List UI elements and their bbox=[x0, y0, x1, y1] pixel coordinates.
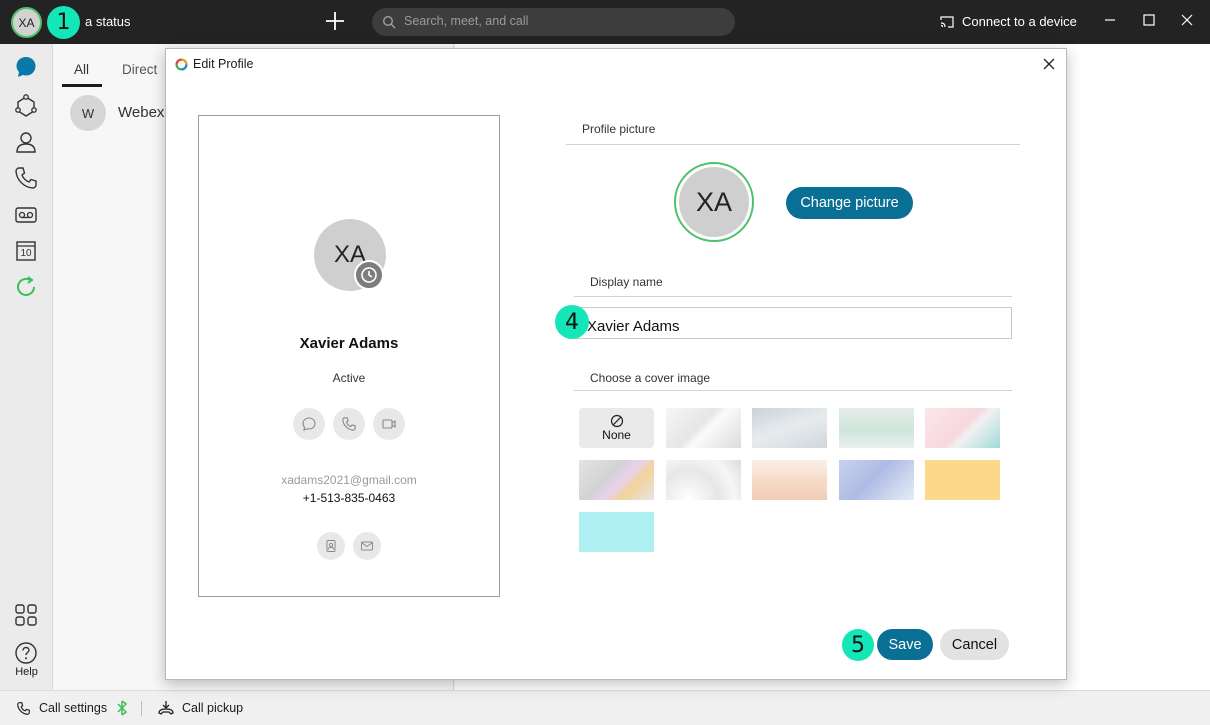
cover-option-11[interactable] bbox=[579, 512, 654, 552]
card-status: Active bbox=[332, 371, 366, 385]
cover-option-2[interactable] bbox=[666, 408, 741, 448]
card-directory-button[interactable] bbox=[317, 532, 345, 560]
cover-option-8[interactable] bbox=[752, 460, 827, 500]
clock-status-icon bbox=[354, 260, 384, 290]
refresh-icon[interactable] bbox=[13, 274, 39, 300]
profile-picture: XA bbox=[674, 162, 754, 242]
close-window-icon[interactable] bbox=[1179, 12, 1195, 28]
dialog-title: Edit Profile bbox=[193, 57, 254, 71]
step-marker-5: 5 bbox=[842, 629, 874, 661]
cover-option-none[interactable]: None bbox=[579, 408, 654, 448]
bottom-bar: Call settings Call pickup bbox=[0, 690, 1210, 725]
tab-all-underline bbox=[62, 84, 102, 87]
card-video-button[interactable] bbox=[373, 408, 405, 440]
profile-picture-label: Profile picture bbox=[582, 122, 656, 136]
minimize-icon[interactable] bbox=[1102, 12, 1118, 28]
meetings-icon[interactable]: 10 bbox=[13, 238, 39, 264]
display-name-input[interactable] bbox=[574, 307, 1012, 339]
none-icon bbox=[610, 414, 623, 428]
call-settings-button[interactable]: Call settings bbox=[16, 700, 129, 716]
contact-card-icon bbox=[326, 540, 336, 552]
cover-option-4[interactable] bbox=[839, 408, 914, 448]
call-pickup-label: Call pickup bbox=[182, 700, 244, 715]
cover-option-7[interactable] bbox=[666, 460, 741, 500]
divider-cover-image bbox=[574, 390, 1012, 391]
card-email-button[interactable] bbox=[353, 532, 381, 560]
cover-option-6[interactable] bbox=[579, 460, 654, 500]
mail-icon bbox=[361, 541, 373, 551]
voicemail-icon[interactable] bbox=[13, 202, 39, 228]
cover-none-label: None bbox=[602, 428, 631, 442]
webex-logo-icon bbox=[175, 58, 188, 71]
tab-direct[interactable]: Direct bbox=[122, 62, 157, 77]
connect-device-button[interactable]: Connect to a device bbox=[940, 14, 1077, 29]
change-picture-button[interactable]: Change picture bbox=[786, 187, 913, 219]
close-icon[interactable] bbox=[1042, 57, 1056, 71]
help-label: Help bbox=[15, 666, 38, 678]
phone-settings-icon bbox=[17, 701, 30, 715]
cover-option-5[interactable] bbox=[925, 408, 1000, 448]
divider-display-name bbox=[574, 296, 1012, 297]
connect-device-label: Connect to a device bbox=[962, 14, 1077, 29]
cover-option-10[interactable] bbox=[925, 460, 1000, 500]
cover-option-9[interactable] bbox=[839, 460, 914, 500]
status-link[interactable]: a status bbox=[85, 14, 131, 29]
cancel-button[interactable]: Cancel bbox=[940, 629, 1009, 660]
apps-icon[interactable] bbox=[13, 602, 39, 628]
search-placeholder: Search, meet, and call bbox=[404, 14, 529, 28]
maximize-icon[interactable] bbox=[1141, 12, 1157, 28]
phone-icon bbox=[342, 417, 356, 431]
bottom-divider bbox=[141, 701, 142, 716]
step-marker-1: 1 bbox=[47, 6, 80, 39]
call-pickup-button[interactable]: Call pickup bbox=[158, 700, 243, 715]
card-message-button[interactable] bbox=[293, 408, 325, 440]
divider-profile-picture bbox=[566, 144, 1020, 145]
tab-all[interactable]: All bbox=[74, 62, 89, 77]
profile-card-preview: XA Xavier Adams Active xadams2021@gmail.… bbox=[198, 115, 500, 597]
plus-icon[interactable] bbox=[322, 8, 348, 34]
connected-icon bbox=[117, 700, 128, 716]
display-name-label: Display name bbox=[590, 275, 663, 289]
card-phone: +1-513-835-0463 bbox=[302, 491, 396, 505]
video-icon bbox=[382, 419, 396, 429]
cover-image-label: Choose a cover image bbox=[590, 371, 711, 385]
search-bar[interactable]: Search, meet, and call bbox=[372, 8, 735, 36]
calling-icon[interactable] bbox=[13, 165, 39, 191]
profile-picture-initials: XA bbox=[679, 167, 749, 237]
call-settings-label: Call settings bbox=[39, 701, 108, 715]
step-marker-4: 4 bbox=[555, 305, 589, 339]
webex-avatar[interactable]: W bbox=[70, 95, 106, 131]
edit-profile-dialog: Edit Profile XA Xavier Adams Active xada… bbox=[165, 48, 1067, 680]
call-pickup-icon bbox=[158, 701, 174, 715]
save-button[interactable]: Save bbox=[877, 629, 933, 660]
search-icon bbox=[382, 15, 396, 29]
card-call-button[interactable] bbox=[333, 408, 365, 440]
cast-icon bbox=[940, 15, 954, 28]
help-icon[interactable] bbox=[13, 640, 39, 666]
left-rail: 10 Help bbox=[0, 44, 53, 690]
teams-icon[interactable] bbox=[13, 93, 39, 119]
messaging-icon[interactable] bbox=[13, 54, 39, 80]
card-name: Xavier Adams bbox=[299, 335, 399, 352]
list-item-webex[interactable]: Webex bbox=[118, 104, 164, 121]
calendar-day: 10 bbox=[20, 248, 32, 259]
message-icon bbox=[302, 417, 316, 431]
user-avatar[interactable]: XA bbox=[11, 7, 42, 38]
cover-option-3[interactable] bbox=[752, 408, 827, 448]
top-bar: XA 1 a status Search, meet, and call Con… bbox=[0, 0, 1210, 44]
card-email: xadams2021@gmail.com bbox=[281, 473, 417, 487]
contacts-icon[interactable] bbox=[13, 129, 39, 155]
